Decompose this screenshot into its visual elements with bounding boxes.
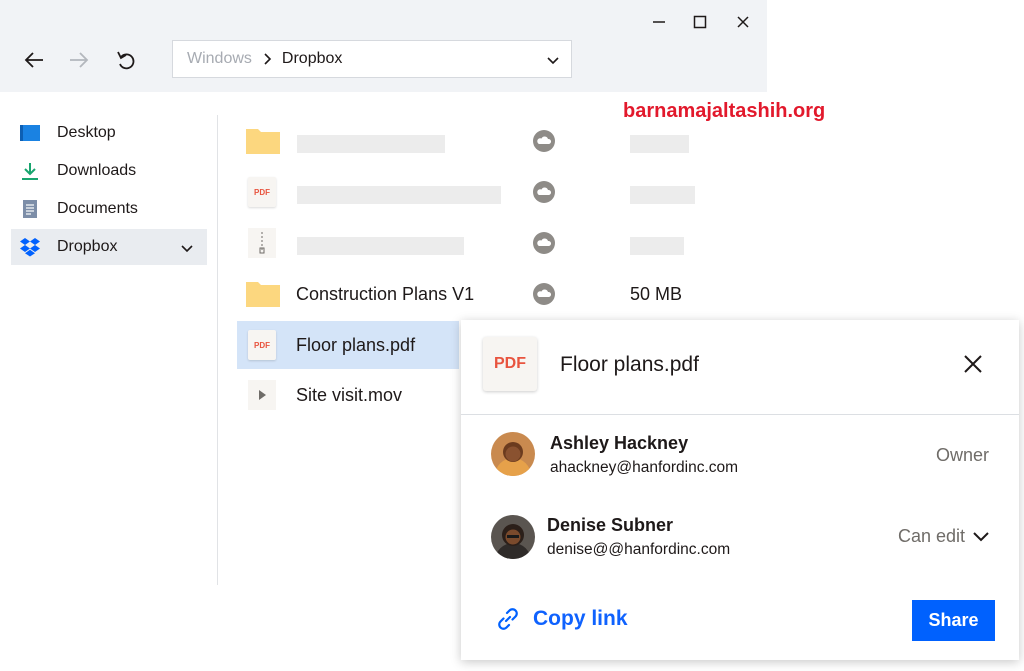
- cloud-icon: [532, 282, 556, 306]
- share-button[interactable]: Share: [912, 600, 995, 641]
- avatar: [491, 515, 535, 559]
- sidebar-item-label: Desktop: [57, 124, 116, 141]
- cloud-icon: [532, 231, 556, 255]
- file-name-placeholder: [297, 135, 445, 153]
- member-email: ahackney@hanfordinc.com: [550, 459, 739, 476]
- file-name[interactable]: Site visit.mov: [296, 385, 402, 406]
- folder-icon: [245, 278, 280, 310]
- chevron-down-icon[interactable]: [181, 241, 193, 259]
- link-icon: [497, 607, 521, 631]
- sidebar-item-label: Downloads: [57, 162, 137, 179]
- member-name: Denise Subner: [547, 515, 674, 535]
- share-panel: PDF Floor plans.pdf Ashley Hackney ahack…: [461, 320, 1019, 660]
- desktop-icon: [19, 122, 41, 144]
- watermark-text: barnamajaltashih.org: [623, 100, 826, 122]
- avatar: [491, 432, 535, 476]
- document-icon: [19, 198, 41, 220]
- chevron-down-icon[interactable]: [547, 53, 559, 71]
- file-row[interactable]: [237, 117, 697, 165]
- chevron-right-icon: [264, 53, 272, 65]
- file-row-construction-plans[interactable]: Construction Plans V1 50 MB: [237, 270, 697, 318]
- sidebar-item-documents[interactable]: Documents: [11, 191, 207, 227]
- file-name-placeholder: [297, 186, 501, 204]
- file-size-placeholder: [630, 186, 695, 204]
- sidebar-item-label: Dropbox: [57, 238, 118, 255]
- title-bar: Windows Dropbox: [0, 0, 767, 92]
- pdf-file-icon: PDF: [483, 337, 537, 391]
- pdf-file-icon: PDF: [245, 176, 279, 208]
- arrow-left-icon[interactable]: [18, 44, 50, 76]
- close-icon[interactable]: [729, 8, 757, 36]
- dropbox-icon: [19, 236, 41, 258]
- file-size-placeholder: [630, 237, 684, 255]
- file-name-placeholder: [297, 237, 464, 255]
- download-icon: [19, 160, 41, 182]
- copy-link-label: Copy link: [533, 607, 628, 630]
- pdf-badge: PDF: [248, 330, 276, 360]
- file-row[interactable]: PDF: [237, 168, 697, 216]
- arrow-right-icon[interactable]: [63, 44, 95, 76]
- zip-file-icon: [245, 227, 279, 259]
- share-panel-title: Floor plans.pdf: [560, 353, 699, 376]
- sidebar-item-downloads[interactable]: Downloads: [11, 153, 207, 189]
- folder-icon: [245, 125, 280, 157]
- file-row-floor-plans[interactable]: PDF Floor plans.pdf: [237, 321, 459, 369]
- address-bar[interactable]: Windows Dropbox: [172, 40, 572, 78]
- member-role: Owner: [936, 445, 990, 465]
- breadcrumb-windows[interactable]: Windows: [187, 50, 252, 68]
- permission-dropdown[interactable]: Can edit: [898, 526, 989, 547]
- maximize-icon[interactable]: [686, 8, 714, 36]
- file-name[interactable]: Floor plans.pdf: [296, 335, 415, 356]
- undo-refresh-icon[interactable]: [110, 44, 142, 76]
- member-email: denise@@hanfordinc.com: [547, 541, 731, 558]
- chevron-down-icon: [973, 531, 989, 542]
- member-role: Can edit: [898, 526, 966, 546]
- video-file-icon: [245, 379, 279, 411]
- minimize-icon[interactable]: [645, 8, 673, 36]
- cloud-icon: [532, 180, 556, 204]
- file-size: 50 MB: [630, 284, 683, 304]
- sidebar-divider: [217, 115, 218, 585]
- copy-link-button[interactable]: Copy link: [497, 604, 628, 634]
- share-panel-header: PDF Floor plans.pdf: [461, 320, 1019, 415]
- file-row-site-visit[interactable]: Site visit.mov: [237, 371, 459, 419]
- pdf-file-icon: PDF: [245, 329, 279, 361]
- member-name: Ashley Hackney: [550, 433, 689, 453]
- pdf-badge: PDF: [248, 177, 276, 207]
- close-icon[interactable]: [959, 350, 987, 378]
- sidebar-item-dropbox[interactable]: Dropbox: [11, 229, 207, 265]
- sidebar-item-label: Documents: [57, 200, 138, 217]
- file-size-placeholder: [630, 135, 689, 153]
- cloud-icon: [532, 129, 556, 153]
- breadcrumb-dropbox[interactable]: Dropbox: [282, 50, 342, 68]
- file-row[interactable]: [237, 219, 697, 267]
- sidebar-item-desktop[interactable]: Desktop: [11, 115, 207, 151]
- file-name[interactable]: Construction Plans V1: [296, 284, 474, 305]
